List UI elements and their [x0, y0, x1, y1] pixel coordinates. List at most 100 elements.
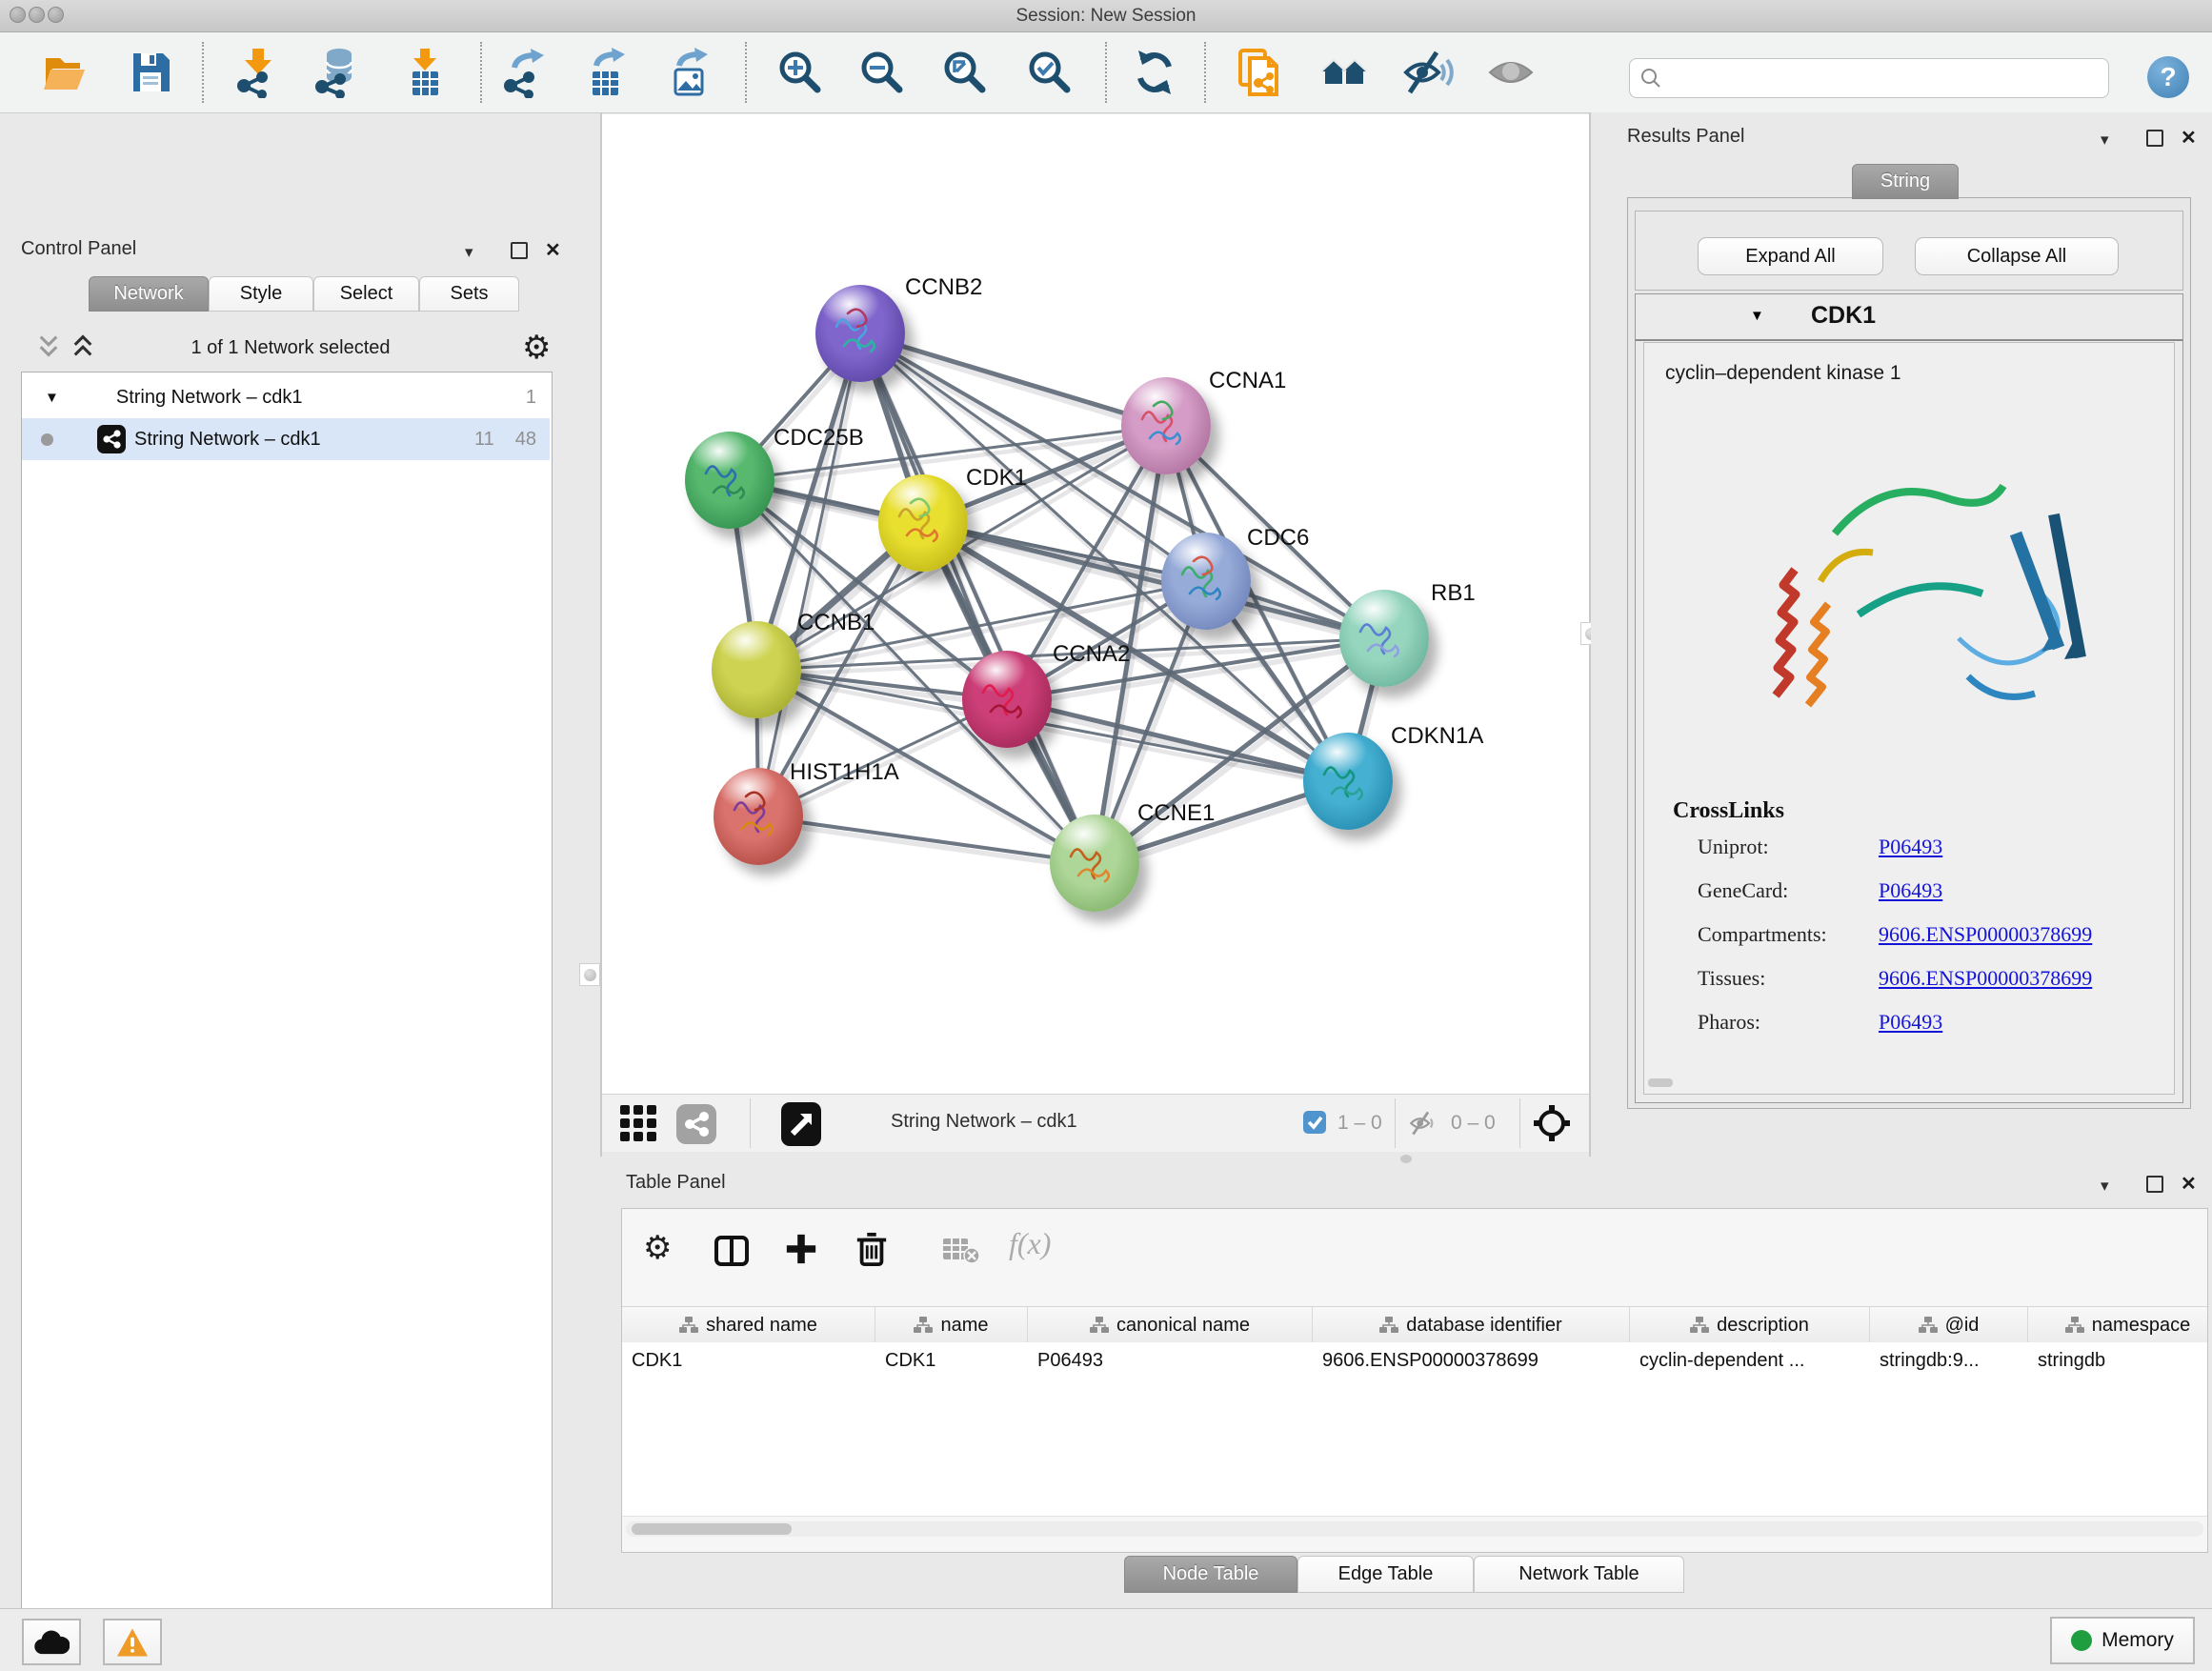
crosslink-link[interactable]: P06493 [1879, 1010, 1942, 1035]
create-column-plus-icon[interactable] [784, 1232, 818, 1266]
left-splitter-handle[interactable] [579, 963, 600, 986]
home-networks-icon[interactable] [1319, 47, 1371, 98]
tab-edge-table[interactable]: Edge Table [1297, 1556, 1474, 1593]
tab-style[interactable]: Style [209, 276, 313, 312]
network-collection-row[interactable]: ▼ String Network – cdk1 1 [22, 376, 550, 418]
table-horizontal-scrollbar[interactable] [626, 1521, 2203, 1537]
collapse-all-networks-icon[interactable] [36, 333, 61, 358]
collection-expander-icon[interactable]: ▼ [45, 390, 59, 406]
tab-network-table[interactable]: Network Table [1474, 1556, 1684, 1593]
import-network-from-database-icon[interactable] [312, 47, 363, 98]
open-session-icon[interactable] [39, 47, 90, 98]
table-cell[interactable]: P06493 [1028, 1342, 1313, 1382]
crosslinks-heading: CrossLinks [1673, 798, 1784, 824]
column-namespace-icon [2065, 1317, 2084, 1334]
table-cell[interactable]: CDK1 [622, 1342, 875, 1382]
table-cell[interactable]: cyclin-dependent ... [1630, 1342, 1870, 1382]
network-node-CCNE1[interactable] [1050, 815, 1139, 912]
zoom-out-icon[interactable] [856, 47, 908, 98]
table-panel-close-button[interactable]: ✕ [2181, 1175, 2197, 1194]
cloud-button[interactable] [22, 1619, 81, 1665]
column-header--id[interactable]: @id [1870, 1307, 2028, 1343]
results-panel-maximize-button[interactable] [2146, 130, 2163, 147]
export-table-icon[interactable] [581, 47, 633, 98]
tab-select[interactable]: Select [313, 276, 419, 312]
node-label-CCNB1: CCNB1 [797, 610, 875, 636]
gene-section-header[interactable]: ▼ CDK1 [1636, 294, 2182, 341]
zoom-selected-icon[interactable] [1024, 47, 1076, 98]
network-options-gear-icon[interactable]: ⚙ [522, 332, 551, 364]
network-node-CCNA1[interactable] [1121, 377, 1211, 474]
network-node-CCNB2[interactable] [815, 285, 905, 382]
network-canvas[interactable]: CCNB2CCNA1CDC25BCDK1CDC6RB1CCNB1CCNA2CDK… [602, 114, 1589, 1094]
table-cell[interactable]: CDK1 [875, 1342, 1028, 1382]
fit-selected-crosshair-icon[interactable] [1534, 1105, 1570, 1141]
network-node-RB1[interactable] [1339, 590, 1429, 687]
network-node-CCNA2[interactable] [962, 651, 1052, 748]
control-panel-maximize-button[interactable] [511, 242, 528, 259]
control-panel-float-button[interactable]: ▾ [465, 244, 473, 260]
import-table-icon[interactable] [399, 47, 451, 98]
network-view-share-icon[interactable] [676, 1104, 716, 1144]
crosslink-link[interactable]: 9606.ENSP00000378699 [1879, 966, 2092, 991]
zoom-fit-icon[interactable] [939, 47, 991, 98]
network-node-CDKN1A[interactable] [1303, 733, 1393, 830]
search-field[interactable] [1629, 58, 2109, 98]
table-options-gear-icon[interactable]: ⚙ [643, 1232, 672, 1264]
tab-node-table[interactable]: Node Table [1124, 1556, 1297, 1593]
control-panel-close-button[interactable]: ✕ [545, 241, 561, 260]
crosslink-link[interactable]: 9606.ENSP00000378699 [1879, 922, 2092, 947]
crosslink-link[interactable]: P06493 [1879, 878, 1942, 903]
tab-sets[interactable]: Sets [419, 276, 519, 312]
selected-checkbox-icon[interactable] [1303, 1111, 1326, 1134]
delete-column-trash-icon[interactable] [855, 1230, 889, 1268]
crosslink-link[interactable]: P06493 [1879, 835, 1942, 859]
tab-string[interactable]: String [1852, 164, 1959, 199]
column-header-database-identifier[interactable]: database identifier [1313, 1307, 1630, 1343]
network-edge-count: 48 [515, 429, 536, 451]
birds-eye-view-icon[interactable] [781, 1102, 821, 1146]
graphics-details-eye-icon[interactable] [1485, 47, 1537, 98]
network-node-CDC6[interactable] [1161, 533, 1251, 630]
table-panel-float-button[interactable]: ▾ [2101, 1178, 2109, 1194]
expand-all-button[interactable]: Expand All [1698, 237, 1883, 275]
export-network-icon[interactable] [499, 47, 551, 98]
column-header-canonical-name[interactable]: canonical name [1028, 1307, 1313, 1343]
column-header-namespace[interactable]: namespace [2028, 1307, 2208, 1343]
window-title: Session: New Session [0, 6, 2212, 27]
table-panel-maximize-button[interactable] [2146, 1176, 2163, 1193]
network-node-CCNB1[interactable] [712, 621, 801, 718]
show-columns-icon[interactable] [714, 1234, 750, 1268]
network-node-CDK1[interactable] [878, 474, 968, 572]
network-node-CDC25B[interactable] [685, 432, 774, 529]
gene-card-hscroll-thumb[interactable] [1648, 1078, 1673, 1087]
expand-all-networks-icon[interactable] [70, 333, 95, 358]
save-session-icon[interactable] [125, 47, 176, 98]
zoom-in-icon[interactable] [774, 47, 826, 98]
help-icon[interactable]: ? [2147, 56, 2189, 98]
column-header-shared-name[interactable]: shared name [622, 1307, 875, 1343]
memory-button[interactable]: Memory [2050, 1617, 2195, 1664]
table-data-row[interactable]: CDK1CDK1P064939606.ENSP00000378699cyclin… [622, 1342, 2208, 1517]
column-header-description[interactable]: description [1630, 1307, 1870, 1343]
results-panel-float-button[interactable]: ▾ [2101, 131, 2109, 148]
search-input[interactable] [1662, 67, 2108, 90]
cloud-icon [33, 1629, 70, 1656]
table-cell[interactable]: stringdb [2028, 1342, 2208, 1382]
gene-expander-icon[interactable]: ▼ [1750, 308, 1764, 324]
table-cell[interactable]: stringdb:9... [1870, 1342, 2028, 1382]
import-network-icon[interactable] [232, 47, 284, 98]
table-scrollbar-thumb[interactable] [632, 1523, 792, 1535]
clone-network-icon[interactable] [1235, 47, 1286, 98]
refresh-icon[interactable] [1129, 47, 1180, 98]
hide-selected-eye-slash-icon[interactable] [1402, 47, 1454, 98]
grid-view-icon[interactable] [619, 1104, 657, 1142]
column-header-name[interactable]: name [875, 1307, 1028, 1343]
results-panel-close-button[interactable]: ✕ [2181, 129, 2197, 148]
collapse-all-button[interactable]: Collapse All [1915, 237, 2119, 275]
table-cell[interactable]: 9606.ENSP00000378699 [1313, 1342, 1630, 1382]
export-image-icon[interactable] [664, 47, 715, 98]
tab-network[interactable]: Network [89, 276, 209, 312]
network-row-selected[interactable]: String Network – cdk1 11 48 [22, 418, 550, 460]
warnings-button[interactable] [103, 1619, 162, 1665]
